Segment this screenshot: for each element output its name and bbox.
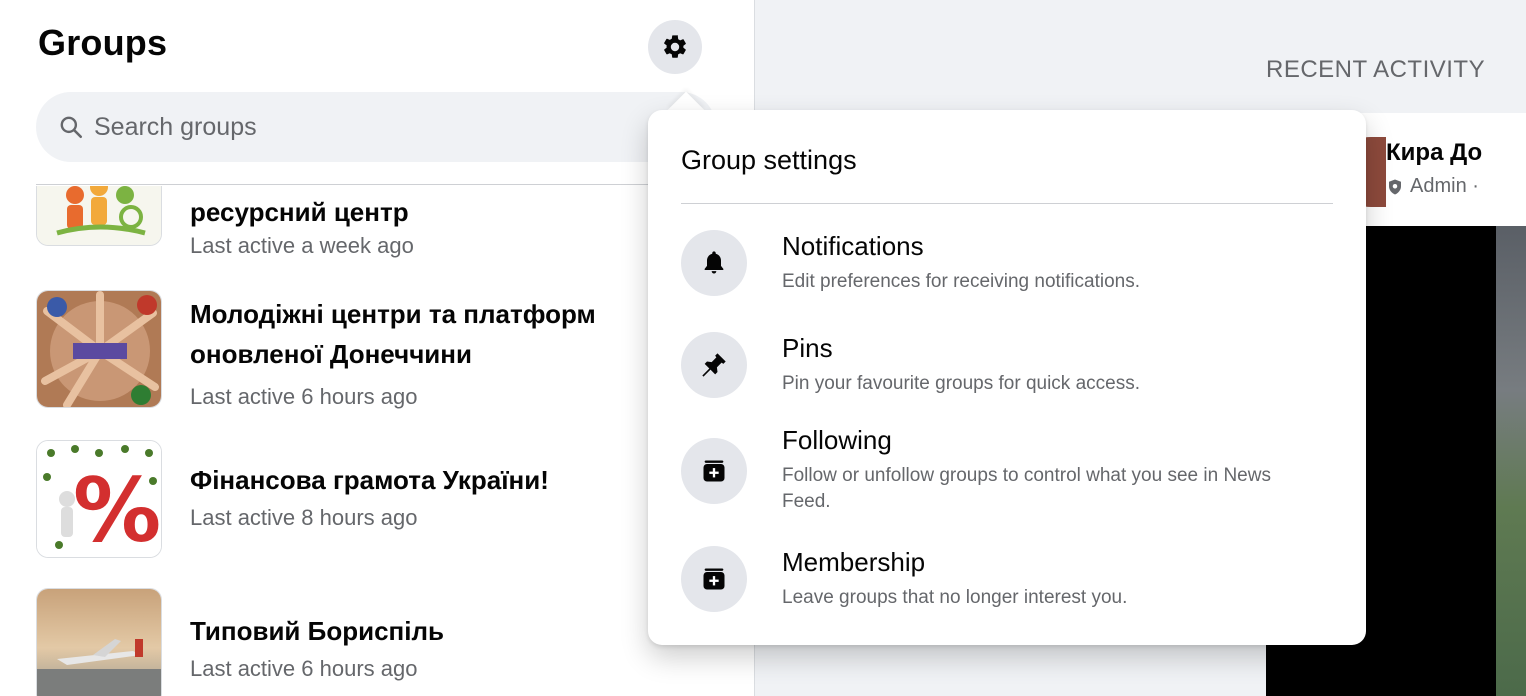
- group-last-active: Last active 6 hours ago: [190, 656, 418, 681]
- post-author[interactable]: Кира До: [1386, 139, 1482, 167]
- shield-icon: [1389, 179, 1401, 194]
- group-name: Типовий Бориспіль: [190, 616, 444, 646]
- group-last-active: Last active 6 hours ago: [190, 384, 418, 409]
- list-item[interactable]: ресурсний центр Last active a week ago: [36, 186, 736, 260]
- group-thumbnail: [36, 186, 162, 246]
- group-name: ресурсний центр: [190, 197, 409, 227]
- menu-item-label: Notifications: [782, 231, 924, 261]
- menu-item-membership[interactable]: Membership Leave groups that no longer i…: [681, 546, 1341, 626]
- menu-item-label: Membership: [782, 547, 926, 577]
- pin-icon: [702, 353, 726, 377]
- menu-title: Group settings: [681, 145, 857, 175]
- group-last-active: Last active a week ago: [190, 233, 414, 258]
- feed-plus-icon: [703, 568, 725, 590]
- group-name: Фінансова грамота України!: [190, 465, 549, 495]
- group-last-active: Last active 8 hours ago: [190, 505, 418, 530]
- list-item[interactable]: Молодіжні центри та платформ оновленої Д…: [36, 290, 736, 410]
- list-item[interactable]: % Фінансова грамота України! Last active…: [36, 440, 736, 560]
- menu-item-label: Following: [782, 425, 892, 455]
- feed-plus-icon: [703, 460, 725, 482]
- menu-item-icon: [681, 332, 747, 398]
- group-name-line2: оновленої Донеччини: [190, 339, 472, 369]
- post-role-label: Admin ·: [1410, 175, 1479, 197]
- search-input[interactable]: [94, 112, 654, 142]
- menu-item-description: Follow or unfollow groups to control wha…: [782, 465, 1271, 512]
- groups-sidebar: Groups Search groups ресурсний центр Las…: [0, 0, 755, 696]
- group-list: ресурсний центр Last active a week ago М…: [0, 186, 754, 696]
- post-photo: [1496, 226, 1526, 696]
- settings-button[interactable]: [648, 20, 702, 74]
- group-thumbnail: [36, 588, 162, 696]
- menu-item-icon: [681, 438, 747, 504]
- menu-item-icon: [681, 546, 747, 612]
- menu-item-following[interactable]: Following Follow or unfollow groups to c…: [681, 424, 1341, 524]
- bell-icon: [704, 251, 724, 274]
- group-thumbnail: %: [36, 440, 162, 558]
- list-item[interactable]: Типовий Бориспіль Last active 6 hours ag…: [36, 588, 736, 696]
- menu-item-notifications[interactable]: Notifications Edit preferences for recei…: [681, 230, 1341, 310]
- menu-item-description: Edit preferences for receiving notificat…: [782, 271, 1141, 292]
- post-role: Admin ·: [1386, 175, 1479, 198]
- gear-icon: [664, 35, 686, 58]
- menu-item-description: Leave groups that no longer interest you…: [782, 587, 1128, 608]
- page-title: Groups: [38, 22, 168, 63]
- search-bar[interactable]: [36, 92, 716, 162]
- search-divider: [36, 184, 720, 185]
- recent-activity-heading: RECENT ACTIVITY: [1266, 56, 1486, 83]
- svg-text:%: %: [73, 459, 161, 558]
- search-icon: [60, 116, 83, 139]
- menu-item-icon: [681, 230, 747, 296]
- menu-divider: [681, 203, 1333, 204]
- group-thumbnail: [36, 290, 162, 408]
- group-name-line1: Молодіжні центри та платформ: [190, 299, 596, 329]
- menu-item-pins[interactable]: Pins Pin your favourite groups for quick…: [681, 332, 1341, 412]
- menu-item-label: Pins: [782, 333, 833, 363]
- group-settings-menu: Group settings Notifications Edit prefer…: [648, 110, 1366, 645]
- menu-item-description: Pin your favourite groups for quick acce…: [782, 373, 1141, 394]
